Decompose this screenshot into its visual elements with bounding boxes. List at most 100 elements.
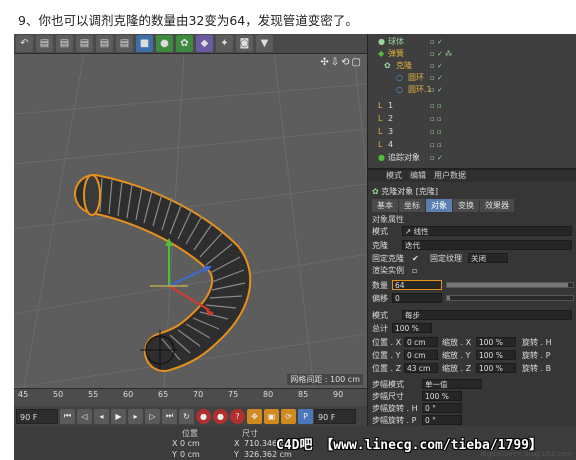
film-icon[interactable]: ▤	[76, 35, 93, 52]
timeline-ruler[interactable]: 45 50 55 60 65 70 75 80 85 90	[14, 388, 367, 406]
light-icon[interactable]: ✦	[216, 35, 233, 52]
viewport-nav-icons[interactable]: ✣⇩⟲▢	[320, 57, 363, 68]
clone-dropdown[interactable]: 迭代	[402, 240, 572, 250]
current-frame-field[interactable]: 90 F	[16, 408, 58, 424]
count-slider[interactable]	[446, 282, 574, 288]
menu-user-data[interactable]: 用户数据	[434, 170, 466, 182]
object-icon: ◆	[378, 49, 385, 58]
prev-key-icon[interactable]: ◁	[77, 408, 92, 424]
menu-edit[interactable]: 编辑	[410, 170, 426, 182]
object-name: 克隆	[396, 61, 412, 70]
offset-field[interactable]: 0	[392, 293, 442, 303]
pos-y-field[interactable]: 0 cm	[404, 350, 438, 360]
object-row[interactable]: L 1 ▫ ▫	[368, 100, 576, 112]
pos-z-field[interactable]: 43 cm	[404, 363, 438, 373]
auto-key-icon[interactable]: ●	[213, 408, 228, 424]
object-row[interactable]: ○ 圆环.1 ▫ ✓	[368, 84, 576, 96]
end-frame-field[interactable]: 90 F	[314, 409, 356, 424]
cloner-icon: ✿	[372, 187, 382, 196]
visibility-flags[interactable]: ▫ ✓	[430, 36, 443, 48]
cube-icon[interactable]: ■	[136, 35, 153, 52]
torus-icon: ○	[396, 73, 403, 82]
rotate-key-icon[interactable]: ⟳	[281, 408, 296, 424]
count-field[interactable]: 64	[392, 280, 442, 290]
object-row[interactable]: L 4 ▫ ▫	[368, 139, 576, 151]
object-row[interactable]: L 2 ▫ ▫	[368, 113, 576, 125]
step-mode-dropdown[interactable]: 单一值	[422, 379, 482, 389]
step-rot-h-field[interactable]: 0 °	[422, 403, 462, 413]
total-field[interactable]: 100 %	[392, 323, 432, 333]
tab-transform[interactable]: 变换	[453, 199, 479, 212]
fixed-texture-dropdown[interactable]: 关闭	[468, 253, 508, 263]
visibility-flags[interactable]: ▫ ✓ ⁂	[430, 48, 452, 60]
param-label: 克隆	[372, 241, 388, 250]
visibility-flags[interactable]: ▫ ✓	[430, 84, 443, 96]
visibility-flags[interactable]: ▫ ✓	[430, 72, 443, 84]
visibility-flags[interactable]: ▫ ▫	[430, 139, 442, 151]
visibility-flags[interactable]: ▫ ✓	[430, 60, 443, 72]
tab-object[interactable]: 对象	[426, 199, 452, 212]
scale-x-field[interactable]: 100 %	[476, 337, 516, 347]
record-icon[interactable]: ●	[196, 408, 211, 424]
mode2-dropdown[interactable]: 每步	[402, 310, 572, 320]
pos-x-field[interactable]: 0 cm	[404, 337, 438, 347]
deformer-icon[interactable]: ◆	[196, 35, 213, 52]
film-icon[interactable]: ▤	[116, 35, 133, 52]
loop-icon[interactable]: ↻	[179, 408, 194, 424]
scale-y-field[interactable]: 100 %	[476, 350, 516, 360]
grid-spacing-label: 网格间距 : 100 cm	[287, 374, 363, 385]
prev-frame-icon[interactable]: ◂	[94, 408, 109, 424]
checkbox-checked-icon[interactable]: ✔	[412, 253, 419, 264]
keyframe-selection-icon[interactable]: ?	[230, 408, 245, 424]
visibility-flags[interactable]: ▫ ▫	[430, 100, 442, 112]
param-key-icon[interactable]: P	[298, 408, 313, 424]
film-icon[interactable]: ▤	[96, 35, 113, 52]
move-key-icon[interactable]: ✥	[247, 408, 262, 424]
3d-viewport[interactable]: ✣⇩⟲▢ 网格间距 : 100 cm	[14, 54, 367, 388]
object-icon: ●	[378, 37, 385, 46]
param-label: 模式	[372, 311, 388, 320]
visibility-flags[interactable]: ▫ ▫	[430, 113, 442, 125]
object-row[interactable]: ● 球体 ▫ ✓	[368, 36, 576, 48]
menu-mode[interactable]: 模式	[386, 170, 402, 182]
object-row[interactable]: ○ 圆环 ▫ ✓	[368, 72, 576, 84]
visibility-flags[interactable]: ▫ ✓	[430, 152, 443, 164]
timeline-tick: 85	[298, 390, 309, 399]
tab-effectors[interactable]: 效果器	[480, 199, 514, 212]
sphere-icon[interactable]: ●	[156, 35, 173, 52]
attribute-menu-bar: 模式 编辑 用户数据	[368, 170, 576, 182]
step-size-field[interactable]: 100 %	[422, 391, 462, 401]
next-frame-icon[interactable]: ▸	[128, 408, 143, 424]
step-rot-p-field[interactable]: 0 °	[422, 415, 462, 425]
tab-basic[interactable]: 基本	[372, 199, 398, 212]
scale-key-icon[interactable]: ▣	[264, 408, 279, 424]
mode-dropdown[interactable]: ↗ 线性	[402, 226, 572, 236]
tracer-icon: ●	[378, 153, 385, 162]
scale-z-field[interactable]: 100 %	[476, 363, 516, 373]
count-slider-fill	[447, 283, 568, 287]
object-row[interactable]: ✿ 克隆 ▫ ✓	[368, 60, 576, 72]
object-row[interactable]: ● 追踪对象 ▫ ✓	[368, 152, 576, 164]
render-instance-param: 渲染实例 ▫	[372, 265, 576, 276]
film-icon[interactable]: ▤	[56, 35, 73, 52]
light-cone-icon[interactable]: ▼	[256, 35, 273, 52]
x-position-value[interactable]: 0 cm	[180, 439, 200, 448]
object-row[interactable]: L 3 ▫ ▫	[368, 126, 576, 138]
object-row[interactable]: ◆ 弹簧 ▫ ✓ ⁂	[368, 48, 576, 60]
offset-slider[interactable]	[446, 295, 574, 301]
object-name: 圆环.1	[408, 85, 432, 94]
y-position-value[interactable]: 0 cm	[180, 450, 200, 459]
generator-icon[interactable]: ✿	[176, 35, 193, 52]
play-icon[interactable]: ▶	[111, 408, 126, 424]
checkbox-icon[interactable]: ▫	[412, 265, 417, 276]
tab-coord[interactable]: 坐标	[399, 199, 425, 212]
next-key-icon[interactable]: ▷	[145, 408, 160, 424]
param-label: 旋转 . H	[522, 338, 552, 347]
go-to-end-icon[interactable]: ⏭	[162, 408, 177, 424]
go-to-start-icon[interactable]: ⏮	[60, 408, 75, 424]
film-icon[interactable]: ▤	[36, 35, 53, 52]
camera-icon[interactable]: ◙	[236, 35, 253, 52]
undo-icon[interactable]: ↶	[16, 35, 33, 52]
torus-icon: ○	[396, 85, 403, 94]
visibility-flags[interactable]: ▫ ▫	[430, 126, 442, 138]
